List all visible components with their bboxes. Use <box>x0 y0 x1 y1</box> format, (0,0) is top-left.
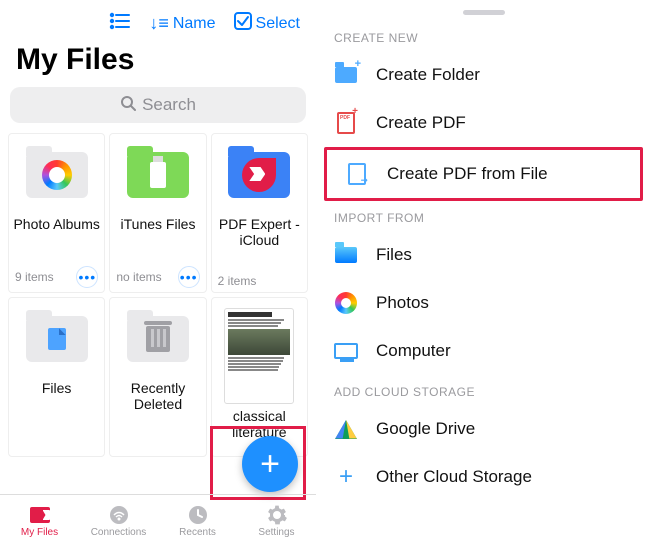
tab-label: My Files <box>21 527 58 538</box>
section-header-create: CREATE NEW <box>316 21 651 51</box>
search-icon <box>120 95 136 116</box>
menu-create-folder[interactable]: Create Folder <box>316 51 651 99</box>
menu-label: Photos <box>376 293 429 313</box>
tab-my-files[interactable]: My Files <box>0 495 79 548</box>
add-button[interactable]: + <box>242 436 298 492</box>
tile-subtitle: no items <box>116 270 161 284</box>
menu-label: Files <box>376 245 412 265</box>
sort-button[interactable]: ↓≡ Name <box>149 13 215 34</box>
tabbar: My Files Connections Recents Settings <box>0 494 316 548</box>
folder-icon <box>48 328 66 350</box>
tile-title: Recently Deleted <box>114 380 201 412</box>
tab-recents[interactable]: Recents <box>158 495 237 548</box>
my-files-panel: ↓≡ Name Select My Files Search Photo Alb… <box>0 0 316 548</box>
folder-plus-icon <box>335 67 357 83</box>
checkbox-icon <box>234 12 252 35</box>
section-header-cloud: ADD CLOUD STORAGE <box>316 375 651 405</box>
tab-label: Recents <box>179 527 216 538</box>
tile-title: iTunes Files <box>121 216 196 232</box>
menu-import-computer[interactable]: Computer <box>316 327 651 375</box>
recents-icon <box>186 505 210 525</box>
tab-connections[interactable]: Connections <box>79 495 158 548</box>
menu-label: Create PDF <box>376 113 466 133</box>
usb-icon <box>150 162 166 188</box>
sheet-handle[interactable] <box>463 10 505 15</box>
settings-icon <box>265 505 289 525</box>
tab-settings[interactable]: Settings <box>237 495 316 548</box>
trash-icon <box>146 326 170 352</box>
tile-title: Photo Albums <box>13 216 99 232</box>
menu-label: Computer <box>376 341 451 361</box>
computer-icon <box>334 343 358 359</box>
plus-icon: + <box>339 463 353 491</box>
view-list-button[interactable] <box>109 12 131 35</box>
menu-other-cloud[interactable]: + Other Cloud Storage <box>316 453 651 501</box>
more-button[interactable]: ••• <box>76 266 98 288</box>
tile-title: PDF Expert - iCloud <box>216 216 303 248</box>
topbar: ↓≡ Name Select <box>0 0 316 41</box>
tab-label: Connections <box>91 527 147 538</box>
menu-google-drive[interactable]: Google Drive <box>316 405 651 453</box>
pdf-from-file-icon <box>348 163 366 185</box>
tile-title: Files <box>42 380 72 396</box>
page-title: My Files <box>0 41 316 87</box>
more-button[interactable]: ••• <box>178 266 200 288</box>
pdf-plus-icon <box>337 112 355 134</box>
tile-title: classical literature <box>216 408 303 440</box>
search-input[interactable]: Search <box>10 87 306 123</box>
photos-icon <box>42 160 72 190</box>
files-icon <box>335 247 357 263</box>
tile-pdf-expert-icloud[interactable]: PDF Expert - iCloud 2 items <box>211 133 308 293</box>
my-files-icon <box>28 505 52 525</box>
tab-label: Settings <box>258 527 294 538</box>
sort-icon: ↓≡ <box>149 13 169 34</box>
menu-label: Create Folder <box>376 65 480 85</box>
list-icon <box>109 12 131 35</box>
sort-label: Name <box>173 15 216 33</box>
files-grid: Photo Albums 9 items ••• iTunes Files no… <box>0 133 316 457</box>
select-button[interactable]: Select <box>234 12 300 35</box>
photos-icon <box>335 292 357 314</box>
connections-icon <box>107 505 131 525</box>
menu-import-files[interactable]: Files <box>316 231 651 279</box>
section-header-import: IMPORT FROM <box>316 201 651 231</box>
tile-itunes-files[interactable]: iTunes Files no items ••• <box>109 133 206 293</box>
tile-subtitle: 9 items <box>15 270 54 284</box>
tile-subtitle: 2 items <box>218 274 257 288</box>
menu-label: Create PDF from File <box>387 164 548 184</box>
tile-recently-deleted[interactable]: Recently Deleted <box>109 297 206 457</box>
menu-import-photos[interactable]: Photos <box>316 279 651 327</box>
plus-icon: + <box>260 445 280 484</box>
menu-label: Other Cloud Storage <box>376 467 532 487</box>
tile-files[interactable]: Files <box>8 297 105 457</box>
menu-label: Google Drive <box>376 419 475 439</box>
tile-photo-albums[interactable]: Photo Albums 9 items ••• <box>8 133 105 293</box>
menu-create-pdf[interactable]: Create PDF <box>316 99 651 147</box>
add-sheet-panel: CREATE NEW Create Folder Create PDF Crea… <box>316 0 651 548</box>
menu-create-pdf-from-file[interactable]: Create PDF from File <box>327 150 640 198</box>
create-pdf-from-file-highlight: Create PDF from File <box>324 147 643 201</box>
pdf-expert-icon <box>242 158 276 192</box>
document-thumbnail <box>224 308 294 404</box>
select-label: Select <box>256 15 300 33</box>
search-placeholder: Search <box>142 95 196 115</box>
google-drive-icon <box>335 420 357 439</box>
tile-document[interactable]: classical literature <box>211 297 308 457</box>
